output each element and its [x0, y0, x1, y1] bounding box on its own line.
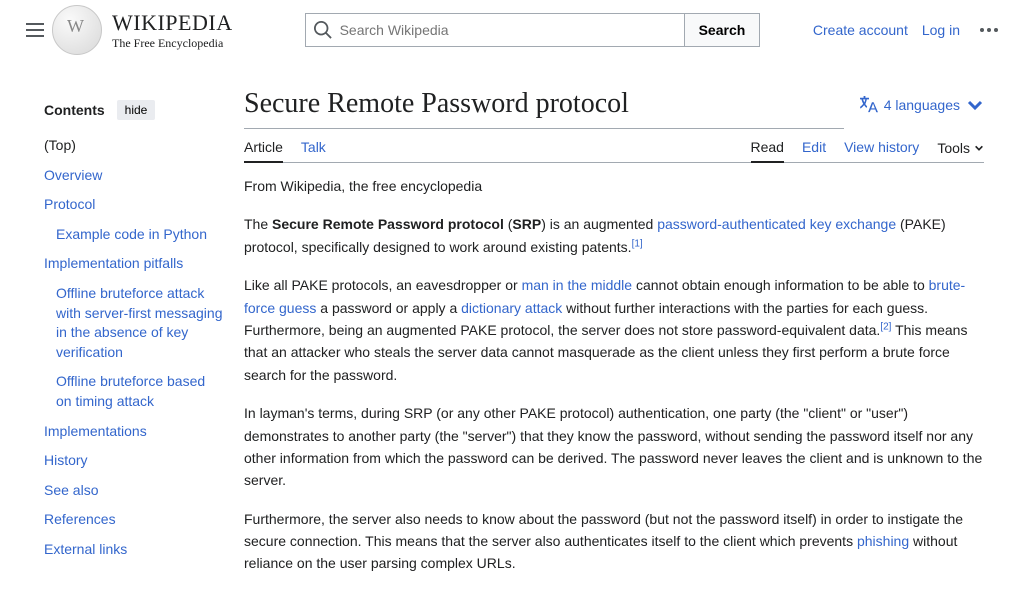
tools-menu[interactable]: Tools	[937, 139, 984, 162]
link-phishing[interactable]: phishing	[857, 533, 909, 549]
search-input[interactable]	[340, 22, 676, 38]
search-box[interactable]	[305, 13, 685, 47]
tab-history[interactable]: View history	[844, 139, 919, 162]
tab-read[interactable]: Read	[751, 139, 784, 163]
main-menu-button[interactable]	[16, 13, 36, 47]
search-icon	[314, 21, 332, 39]
toc-heading: Contents	[44, 102, 105, 118]
toc-top[interactable]: (Top)	[44, 137, 76, 153]
link-dictionary[interactable]: dictionary attack	[461, 300, 562, 316]
tab-article[interactable]: Article	[244, 139, 283, 163]
page-title: Secure Remote Password protocol	[244, 88, 844, 129]
link-mitm[interactable]: man in the middle	[522, 277, 633, 293]
toc-example[interactable]: Example code in Python	[56, 226, 207, 242]
search: Search	[305, 13, 761, 47]
paragraph: Furthermore, the server also needs to kn…	[244, 508, 984, 575]
page-tabs: Article Talk Read Edit View history Tool…	[244, 139, 984, 163]
link-pake[interactable]: password-authenticated key exchange	[657, 216, 896, 232]
toc-implementations[interactable]: Implementations	[44, 423, 147, 439]
create-account-link[interactable]: Create account	[813, 22, 908, 38]
toc-overview[interactable]: Overview	[44, 167, 102, 183]
toc-pitfalls[interactable]: Implementation pitfalls	[44, 255, 183, 271]
toc-history[interactable]: History	[44, 452, 88, 468]
site-tagline: The Free Encyclopedia	[112, 36, 233, 51]
paragraph: In layman's terms, during SRP (or any ot…	[244, 402, 984, 492]
site-name: WIKIPEDIA	[112, 10, 233, 36]
site-header: WIKIPEDIA The Free Encyclopedia Search C…	[0, 0, 1024, 60]
login-link[interactable]: Log in	[922, 22, 960, 38]
wikipedia-globe-icon	[52, 5, 102, 55]
toc-offline2[interactable]: Offline bruteforce based on timing attac…	[56, 373, 205, 409]
paragraph: Like all PAKE protocols, an eavesdropper…	[244, 274, 984, 386]
article-body: From Wikipedia, the free encyclopedia Th…	[244, 163, 984, 575]
ref-2[interactable]: [2]	[880, 321, 891, 332]
toc-external[interactable]: External links	[44, 541, 127, 557]
logo[interactable]: WIKIPEDIA The Free Encyclopedia	[52, 5, 233, 55]
article: Secure Remote Password protocol 4 langua…	[244, 60, 984, 591]
search-button[interactable]: Search	[685, 13, 761, 47]
language-count: 4 languages	[884, 97, 960, 113]
toc-offline1[interactable]: Offline bruteforce attack with server-fi…	[56, 285, 223, 360]
more-menu-button[interactable]	[974, 22, 1004, 38]
table-of-contents: Contents hide (Top) Overview Protocol Ex…	[44, 60, 244, 591]
lead-paragraph: The Secure Remote Password protocol (SRP…	[244, 213, 984, 258]
tools-label: Tools	[937, 140, 970, 156]
ref-1[interactable]: [1]	[632, 238, 643, 249]
wordmark: WIKIPEDIA The Free Encyclopedia	[112, 10, 233, 51]
language-icon	[860, 96, 878, 114]
toc-hide-button[interactable]: hide	[117, 100, 156, 120]
tab-talk[interactable]: Talk	[301, 139, 326, 162]
from-line: From Wikipedia, the free encyclopedia	[244, 175, 984, 197]
language-selector[interactable]: 4 languages	[844, 96, 984, 122]
toc-protocol[interactable]: Protocol	[44, 196, 95, 212]
user-links: Create account Log in	[813, 22, 1004, 38]
chevron-down-icon	[966, 96, 984, 114]
toc-seealso[interactable]: See also	[44, 482, 98, 498]
toc-references[interactable]: References	[44, 511, 116, 527]
tab-edit[interactable]: Edit	[802, 139, 826, 162]
chevron-down-icon	[974, 143, 984, 153]
